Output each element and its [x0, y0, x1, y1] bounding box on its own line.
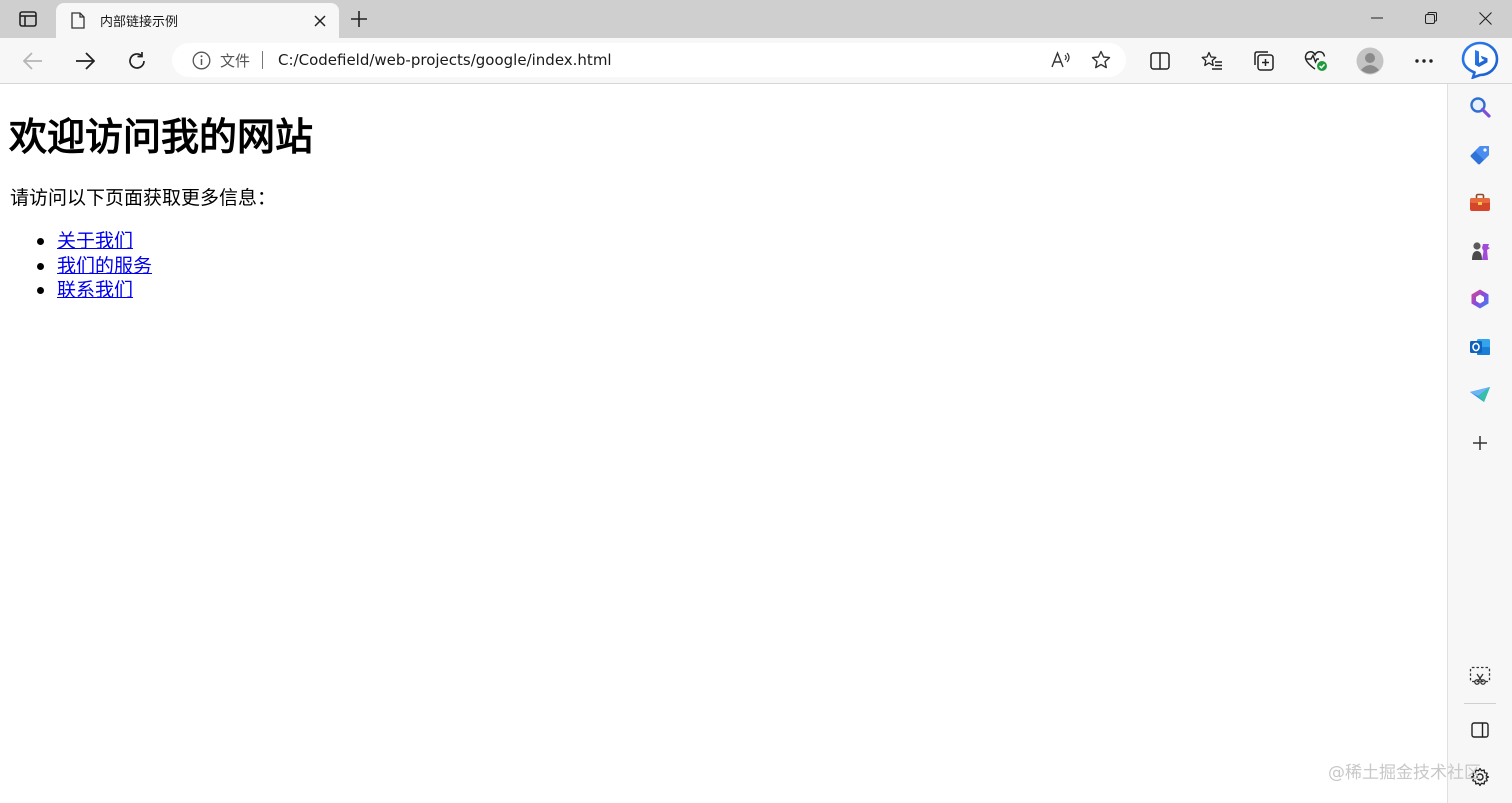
new-tab-button[interactable] [344, 5, 374, 33]
page-content: 欢迎访问我的网站 请访问以下页面获取更多信息： 关于我们 我们的服务 联系我们 [0, 85, 1446, 803]
list-item: 关于我们 [36, 229, 152, 254]
read-aloud-icon [1051, 51, 1070, 68]
games-icon [1472, 242, 1490, 260]
plus-icon [351, 11, 367, 27]
add-favorite-button[interactable] [1086, 45, 1116, 75]
restore-button[interactable] [1404, 0, 1458, 36]
profile-button[interactable] [1353, 44, 1387, 78]
heart-pulse-icon [1304, 51, 1327, 71]
sidebar-search-button[interactable] [1465, 92, 1495, 122]
back-arrow-icon [23, 52, 42, 70]
tab-title: 内部链接示例 [100, 15, 179, 30]
tab-actions-button[interactable] [8, 5, 48, 33]
link-about-us[interactable]: 关于我们 [57, 230, 133, 252]
favorites-button[interactable] [1195, 44, 1229, 78]
sidebar-microsoft-365-button[interactable] [1465, 284, 1495, 314]
sidebar-divider [1464, 703, 1496, 704]
sidebar-screenshot-button[interactable] [1465, 661, 1495, 691]
shopping-tag-icon [1470, 146, 1489, 165]
sidebar-add-button[interactable] [1465, 428, 1495, 458]
sidebar-tools-button[interactable] [1465, 188, 1495, 218]
close-tab-button[interactable] [309, 10, 331, 32]
favorites-list-icon [1201, 51, 1222, 70]
link-list: 关于我们 我们的服务 联系我们 [36, 229, 152, 303]
sidebar-games-button[interactable] [1465, 236, 1495, 266]
search-icon [1470, 97, 1491, 118]
collections-icon [1254, 51, 1274, 71]
bing-chat-icon [1461, 41, 1499, 79]
watermark: @稀土掘金技术社区 [1328, 763, 1481, 783]
browser-essentials-button[interactable] [1299, 44, 1333, 78]
tools-briefcase-icon [1470, 193, 1490, 211]
tab-actions-icon [19, 11, 37, 27]
refresh-button[interactable] [120, 44, 154, 78]
add-icon [1473, 436, 1487, 450]
close-icon [314, 14, 326, 27]
sidebar-outlook-button[interactable] [1465, 332, 1495, 362]
minimize-icon [1371, 17, 1383, 19]
split-screen-button[interactable] [1143, 44, 1177, 78]
page-heading: 欢迎访问我的网站 [9, 115, 314, 159]
more-menu-button[interactable] [1407, 44, 1441, 78]
address-url[interactable]: C:/Codefield/web-projects/google/index.h… [278, 51, 1046, 69]
collections-button[interactable] [1247, 44, 1281, 78]
intro-text: 请访问以下页面获取更多信息： [10, 187, 277, 209]
bing-chat-button[interactable] [1460, 40, 1500, 80]
refresh-icon [129, 52, 145, 69]
list-item: 我们的服务 [36, 254, 152, 279]
split-screen-icon [1150, 52, 1170, 70]
sidebar-toggle-button[interactable] [1465, 715, 1495, 745]
address-separator [262, 51, 264, 69]
screenshot-icon [1469, 666, 1491, 685]
star-icon [1091, 50, 1111, 69]
profile-avatar-icon [1356, 47, 1384, 75]
address-scheme-label: 文件 [220, 51, 251, 70]
navigation-toolbar: 文件 C:/Codefield/web-projects/google/inde… [0, 38, 1512, 84]
microsoft-365-icon [1471, 289, 1489, 309]
more-dots-icon [1415, 59, 1433, 63]
edge-sidebar [1447, 84, 1512, 803]
close-window-button[interactable] [1458, 0, 1512, 36]
list-item: 联系我们 [36, 278, 152, 303]
link-our-services[interactable]: 我们的服务 [57, 255, 152, 277]
sidebar-toggle-icon [1471, 722, 1489, 738]
forward-button[interactable] [68, 44, 102, 78]
forward-arrow-icon [76, 52, 95, 70]
restore-icon [1425, 12, 1437, 24]
outlook-icon [1470, 339, 1490, 355]
read-aloud-button[interactable] [1046, 45, 1076, 75]
sidebar-shopping-button[interactable] [1465, 140, 1495, 170]
minimize-button[interactable] [1350, 0, 1404, 36]
document-icon [70, 12, 86, 30]
info-icon[interactable] [191, 50, 211, 70]
tab-bar: 内部链接示例 [0, 0, 1512, 38]
address-bar[interactable]: 文件 C:/Codefield/web-projects/google/inde… [172, 43, 1126, 77]
sidebar-drop-button[interactable] [1465, 380, 1495, 410]
drop-send-icon [1470, 387, 1490, 402]
back-button[interactable] [16, 44, 50, 78]
link-contact-us[interactable]: 联系我们 [57, 279, 133, 301]
active-tab[interactable]: 内部链接示例 [56, 3, 339, 38]
close-icon [1478, 11, 1492, 25]
